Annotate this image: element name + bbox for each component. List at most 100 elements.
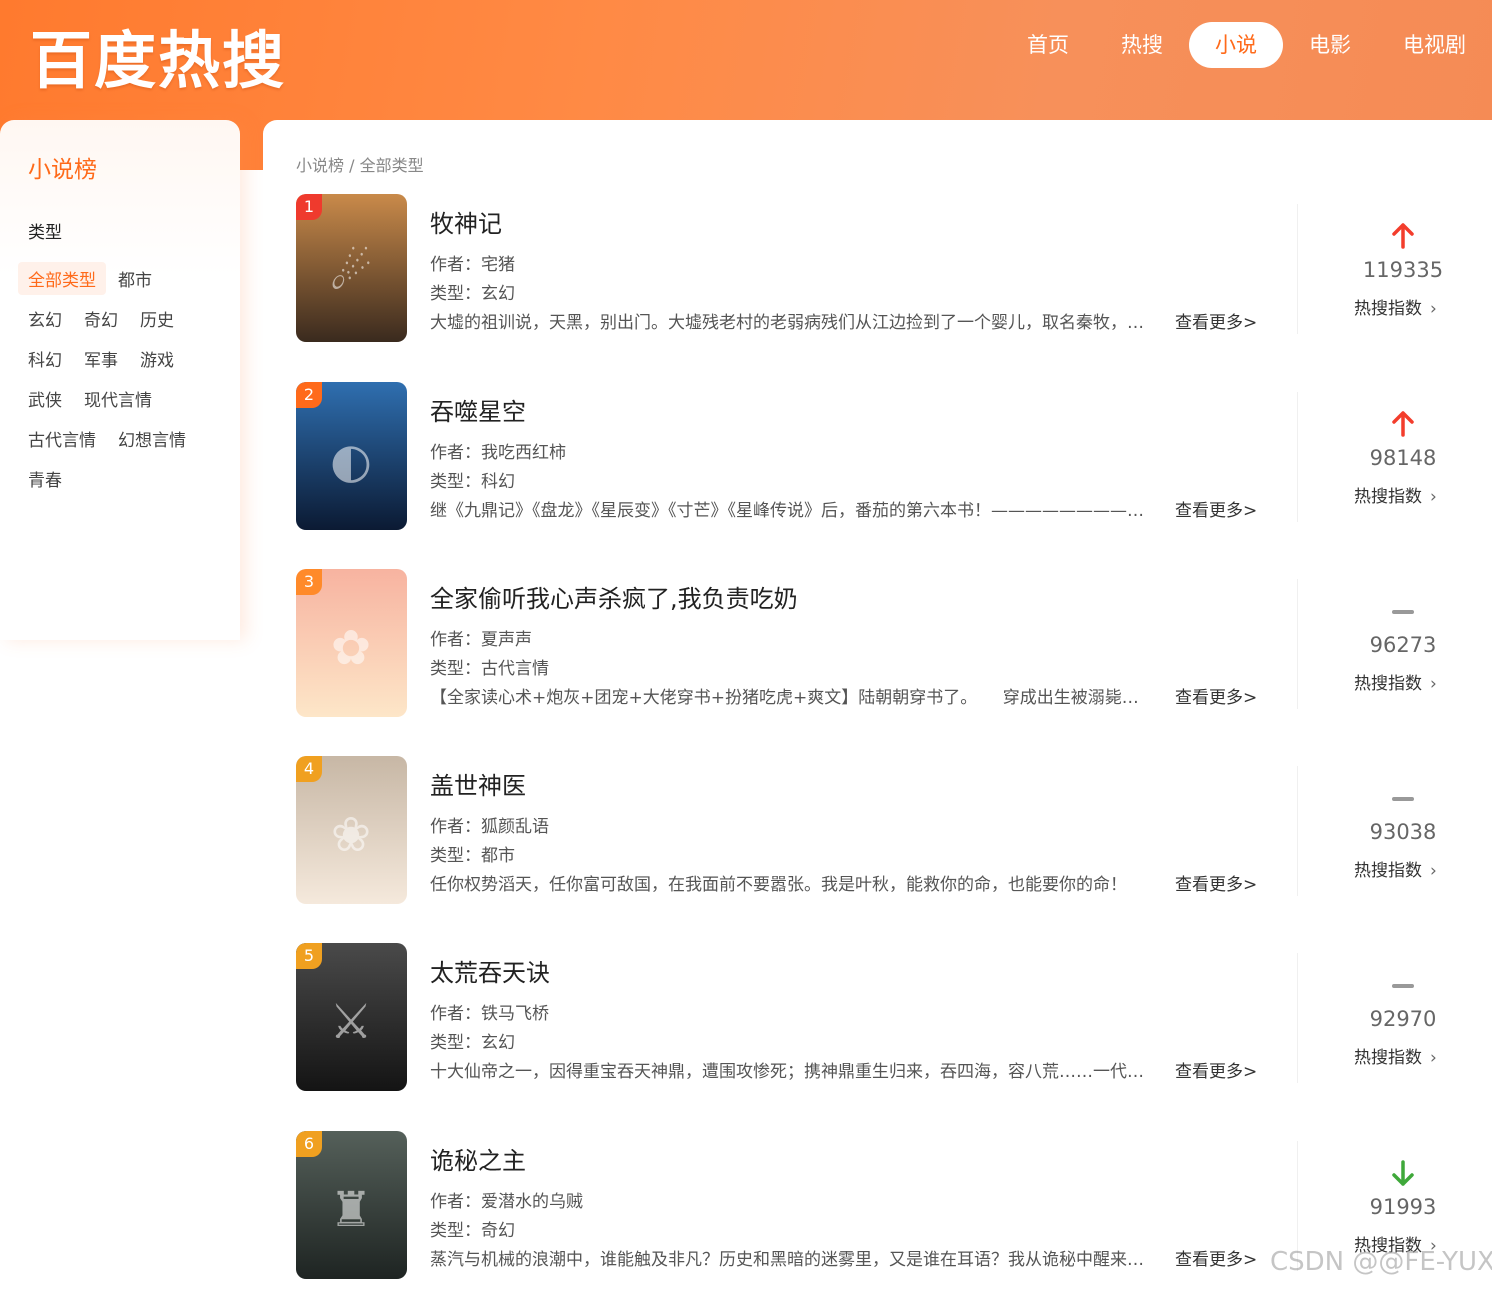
- trend-down-icon: [1371, 1159, 1435, 1189]
- hot-index-link[interactable]: 热搜指数 ›: [1354, 1043, 1437, 1068]
- type-line: 类型：奇幻: [430, 1216, 515, 1241]
- watermark: CSDN @@FE-YUX: [1270, 1247, 1492, 1277]
- book-cover[interactable]: ❀ 4: [296, 756, 407, 904]
- rank-badge: 3: [296, 569, 322, 595]
- type-prefix: 类型：: [430, 1033, 481, 1053]
- category-item[interactable]: 奇幻: [74, 302, 128, 335]
- sidebar-title: 小说榜: [28, 157, 97, 183]
- author-prefix: 作者：: [430, 1192, 481, 1212]
- view-more-link[interactable]: 查看更多>: [1175, 870, 1257, 895]
- hot-index-link[interactable]: 热搜指数 ›: [1354, 856, 1437, 881]
- novel-item[interactable]: ⚔ 5 太荒吞天诀 作者：铁马飞桥 类型：玄幻 十大仙帝之一，因得重宝吞天神鼎，遭围攻惨死…: [296, 943, 1492, 1093]
- rank-badge: 6: [296, 1131, 322, 1157]
- type-prefix: 类型：: [430, 659, 481, 679]
- category-item[interactable]: 军事: [74, 342, 128, 375]
- book-title[interactable]: 诡秘之主: [430, 1141, 526, 1176]
- author-name: 狐颜乱语: [481, 817, 549, 837]
- category-item[interactable]: 现代言情: [74, 382, 162, 415]
- book-title[interactable]: 吞噬星空: [430, 392, 526, 427]
- nav-tv[interactable]: 电视剧: [1377, 22, 1492, 68]
- author-line: 作者：爱潜水的乌贼: [430, 1187, 583, 1212]
- type-prefix: 类型：: [430, 1221, 481, 1241]
- book-cover[interactable]: ☄ 1: [296, 194, 407, 342]
- novel-item[interactable]: ☄ 1 牧神记 作者：宅猪 类型：玄幻 大墟的祖训说，天黑，别出门。大墟残老村的老弱病残们…: [296, 194, 1492, 344]
- trend-flat-icon: [1371, 597, 1435, 627]
- category-item[interactable]: 全部类型: [18, 261, 106, 295]
- category-item[interactable]: 玄幻: [18, 302, 72, 335]
- trend-flat-icon: [1371, 784, 1435, 814]
- hot-index-link[interactable]: 热搜指数 ›: [1354, 669, 1437, 694]
- category-item[interactable]: 游戏: [130, 342, 184, 375]
- author-prefix: 作者：: [430, 443, 481, 463]
- divider: [1297, 204, 1298, 334]
- hot-index-link[interactable]: 热搜指数 ›: [1354, 482, 1437, 507]
- category-item[interactable]: 都市: [108, 262, 162, 295]
- author-prefix: 作者：: [430, 630, 481, 650]
- hot-index-label: 热搜指数: [1354, 1048, 1422, 1068]
- novel-item[interactable]: ◐ 2 吞噬星空 作者：我吃西红柿 类型：科幻 继《九鼎记》《盘龙》《星辰变》《寸芒》《星…: [296, 382, 1492, 532]
- svg-text:❀: ❀: [331, 807, 371, 863]
- hot-score: 96273: [1369, 633, 1437, 657]
- nav-novel[interactable]: 小说: [1189, 22, 1283, 68]
- author-name: 夏声声: [481, 630, 532, 650]
- novel-item[interactable]: ❀ 4 盖世神医 作者：狐颜乱语 类型：都市 任你权势滔天，任你富可敌国，在我面前不要嚣张…: [296, 756, 1492, 906]
- book-cover[interactable]: ✿ 3: [296, 569, 407, 717]
- view-more-link[interactable]: 查看更多>: [1175, 1057, 1257, 1082]
- category-item[interactable]: 幻想言情: [108, 422, 196, 455]
- type-name: 科幻: [481, 472, 515, 492]
- chevron-right-icon: ›: [1430, 299, 1437, 319]
- nav-home[interactable]: 首页: [1001, 22, 1095, 68]
- author-line: 作者：我吃西红柿: [430, 438, 566, 463]
- category-row: 全部类型 都市: [18, 258, 233, 298]
- book-title[interactable]: 牧神记: [430, 204, 502, 239]
- category-row: 古代言情 幻想言情: [18, 418, 233, 458]
- rank-badge: 2: [296, 382, 322, 408]
- view-more-link[interactable]: 查看更多>: [1175, 683, 1257, 708]
- view-more-link[interactable]: 查看更多>: [1175, 1245, 1257, 1270]
- book-cover[interactable]: ♜ 6: [296, 1131, 407, 1279]
- book-cover[interactable]: ◐ 2: [296, 382, 407, 530]
- category-section-label: 类型: [28, 223, 62, 243]
- trend-up-icon: [1371, 222, 1435, 252]
- logo[interactable]: 百度热搜: [30, 10, 286, 100]
- top-nav: 首页 热搜 小说 电影 电视剧: [1001, 22, 1492, 68]
- svg-text:♜: ♜: [329, 1182, 372, 1238]
- view-more-link[interactable]: 查看更多>: [1175, 308, 1257, 333]
- category-item[interactable]: 古代言情: [18, 422, 106, 455]
- svg-text:⚔: ⚔: [329, 994, 372, 1050]
- chevron-right-icon: ›: [1430, 861, 1437, 881]
- book-title[interactable]: 太荒吞天诀: [430, 953, 550, 988]
- book-title[interactable]: 盖世神医: [430, 766, 526, 801]
- nav-hot-search[interactable]: 热搜: [1095, 22, 1189, 68]
- chevron-right-icon: ›: [1430, 674, 1437, 694]
- author-line: 作者：狐颜乱语: [430, 812, 549, 837]
- nav-movie[interactable]: 电影: [1283, 22, 1377, 68]
- hot-score: 92970: [1369, 1007, 1437, 1031]
- view-more-link[interactable]: 查看更多>: [1175, 496, 1257, 521]
- type-name: 玄幻: [481, 284, 515, 304]
- type-line: 类型：古代言情: [430, 654, 549, 679]
- book-description: 【全家读心术+炮灰+团宠+大佬穿书+扮猪吃虎+爽文】陆朝朝穿书了。 穿成出生被溺…: [430, 688, 1152, 708]
- hot-index-label: 热搜指数: [1354, 674, 1422, 694]
- type-prefix: 类型：: [430, 846, 481, 866]
- type-prefix: 类型：: [430, 284, 481, 304]
- trend-up-icon: [1371, 410, 1435, 440]
- book-title[interactable]: 全家偷听我心声杀疯了,我负责吃奶: [430, 579, 798, 614]
- book-cover[interactable]: ⚔ 5: [296, 943, 407, 1091]
- rank-badge: 4: [296, 756, 322, 782]
- category-item[interactable]: 青春: [18, 462, 72, 495]
- hot-index-link[interactable]: 热搜指数 ›: [1354, 294, 1437, 319]
- book-description: 大墟的祖训说，天黑，别出门。大墟残老村的老弱病残们从江边捡到了一个婴儿，取名秦牧…: [430, 313, 1152, 333]
- book-description: 继《九鼎记》《盘龙》《星辰变》《寸芒》《星峰传说》后，番茄的第六本书！—————…: [430, 501, 1152, 521]
- category-item[interactable]: 科幻: [18, 342, 72, 375]
- author-line: 作者：铁马飞桥: [430, 999, 549, 1024]
- svg-text:☄: ☄: [329, 245, 372, 301]
- category-item[interactable]: 武侠: [18, 382, 72, 415]
- novel-item[interactable]: ✿ 3 全家偷听我心声杀疯了,我负责吃奶作者：夏声声类型：古代言情【全家读心术+炮灰…: [296, 569, 1492, 719]
- book-description: 十大仙帝之一，因得重宝吞天神鼎，遭围攻惨死；携神鼎重生归来，吞四海，容八荒……一…: [430, 1062, 1152, 1082]
- category-row: 青春: [18, 458, 233, 498]
- hot-score: 93038: [1369, 820, 1437, 844]
- category-item[interactable]: 历史: [130, 302, 184, 335]
- author-prefix: 作者：: [430, 1004, 481, 1024]
- author-name: 爱潜水的乌贼: [481, 1192, 583, 1212]
